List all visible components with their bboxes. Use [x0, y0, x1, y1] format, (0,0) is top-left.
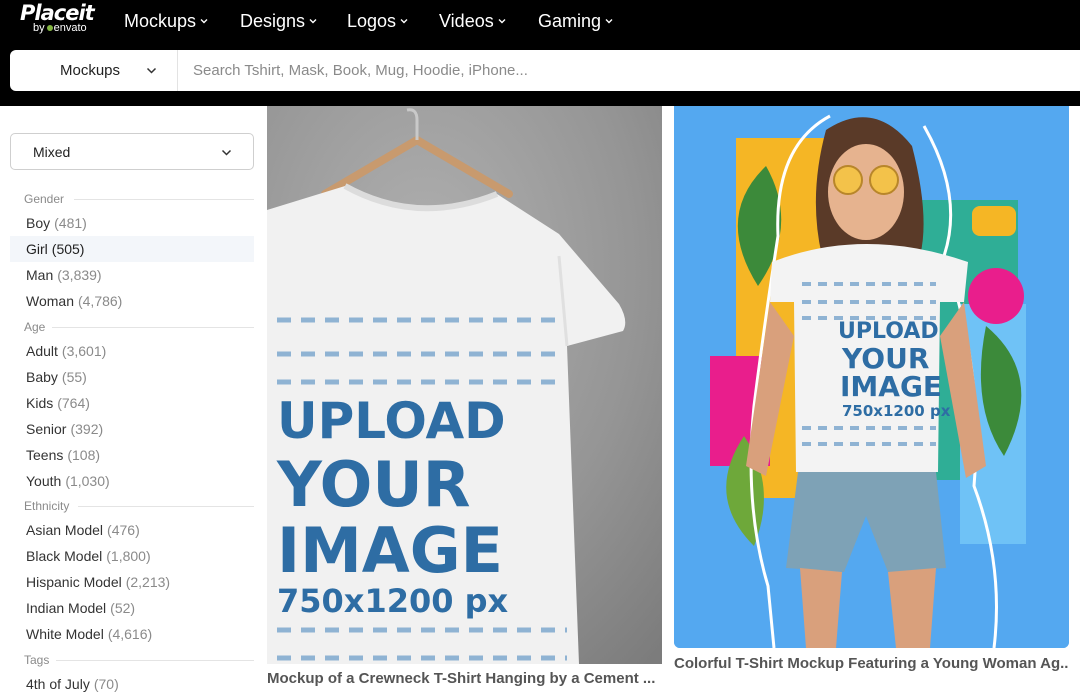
- filter-option-label: Man: [26, 267, 54, 283]
- filter-option-count: (108): [67, 447, 101, 463]
- search-input[interactable]: [178, 50, 1080, 91]
- filter-option-hispanic-model[interactable]: Hispanic Model (2,213): [10, 569, 254, 595]
- logo-byline: by envato: [33, 22, 87, 34]
- chevron-down-icon: [309, 19, 317, 24]
- filter-option-count: (55): [61, 369, 87, 385]
- card-title[interactable]: Colorful T-Shirt Mockup Featuring a Youn…: [674, 655, 1069, 672]
- filter-option-youth[interactable]: Youth (1,030): [10, 468, 254, 494]
- nav-item-logos[interactable]: Logos: [347, 9, 408, 33]
- shirt-text-your: YOUR: [276, 448, 470, 521]
- shirt-text-upload: UPLOAD: [277, 392, 506, 450]
- search-category-dropdown[interactable]: Mockups: [10, 50, 178, 91]
- filter-group-title: Age: [24, 320, 46, 334]
- filter-option-4th-of-july[interactable]: 4th of July (70): [10, 671, 254, 697]
- filter-option-count: (3,601): [61, 343, 107, 359]
- filter-option-senior[interactable]: Senior (392): [10, 416, 254, 442]
- divider: [56, 660, 254, 661]
- filter-option-label: White Model: [26, 626, 104, 642]
- mockup-card-crewneck[interactable]: UPLOAD YOUR IMAGE 750x1200 px: [267, 106, 662, 664]
- card-title[interactable]: Mockup of a Crewneck T-Shirt Hanging by …: [267, 670, 662, 687]
- filter-option-count: (1,800): [106, 548, 151, 564]
- filter-option-count: (476): [107, 522, 140, 538]
- mockup-thumbnail: UPLOAD YOUR IMAGE 750x1200 px: [674, 106, 1069, 648]
- nav-item-gaming[interactable]: Gaming: [538, 9, 613, 33]
- filter-option-label: Girl: [26, 241, 48, 257]
- shirt-text-size: 750x1200 px: [842, 402, 951, 420]
- filter-group-title: Ethnicity: [24, 499, 70, 513]
- filter-option-count: (4,786): [77, 293, 123, 309]
- filter-option-count: (4,616): [107, 626, 153, 642]
- nav-item-designs[interactable]: Designs: [240, 9, 317, 33]
- nav-item-label: Designs: [240, 10, 306, 31]
- filter-option-count: (2,213): [125, 574, 171, 590]
- filter-option-label: Baby: [26, 369, 58, 385]
- divider: [52, 327, 254, 328]
- filter-option-label: Asian Model: [26, 522, 104, 538]
- chevron-down-icon: [221, 149, 232, 156]
- filter-option-label: Adult: [26, 343, 58, 359]
- filter-sidebar: Mixed Gender Boy (481) Girl (505) Man (3,83…: [0, 106, 262, 692]
- filter-option-man[interactable]: Man (3,839): [10, 262, 254, 288]
- filter-option-label: Woman: [26, 293, 74, 309]
- nav-item-mockups[interactable]: Mockups: [124, 9, 208, 33]
- filter-group-title: Gender: [24, 192, 65, 206]
- filter-option-teens[interactable]: Teens (108): [10, 442, 254, 468]
- divider: [74, 199, 254, 200]
- placeit-logo[interactable]: Placeit by envato: [20, 0, 102, 44]
- filter-option-count: (764): [57, 395, 90, 411]
- filter-option-label: Boy: [26, 215, 51, 231]
- nav-item-label: Videos: [439, 10, 494, 31]
- filter-option-label: Youth: [26, 473, 62, 489]
- filter-option-count: (481): [54, 215, 87, 231]
- filter-option-label: Hispanic Model: [26, 574, 122, 590]
- chevron-down-icon: [146, 67, 157, 74]
- filter-group-title: Tags: [24, 653, 50, 667]
- filter-option-count: (392): [70, 421, 104, 437]
- filter-option-label: Senior: [26, 421, 67, 437]
- nav-item-label: Mockups: [124, 10, 197, 31]
- filter-option-kids[interactable]: Kids (764): [10, 390, 254, 416]
- filter-option-label: Teens: [26, 447, 64, 463]
- filter-option-count: (52): [110, 600, 136, 616]
- chevron-down-icon: [498, 19, 506, 24]
- search-category-label: Mockups: [60, 62, 121, 79]
- envato-leaf-icon: [46, 25, 53, 31]
- filter-option-count: (1,030): [65, 473, 110, 489]
- sort-select[interactable]: Mixed: [10, 133, 254, 170]
- filter-option-label: Black Model: [26, 548, 103, 564]
- filter-option-count: (505): [51, 241, 85, 257]
- mockup-card-young-woman[interactable]: UPLOAD YOUR IMAGE 750x1200 px: [674, 106, 1069, 648]
- nav-item-videos[interactable]: Videos: [439, 9, 506, 33]
- filter-option-asian-model[interactable]: Asian Model (476): [10, 517, 254, 543]
- shirt-text-size: 750x1200 px: [277, 582, 509, 620]
- filter-option-count: (3,839): [57, 267, 102, 283]
- filter-option-black-model[interactable]: Black Model (1,800): [10, 543, 254, 569]
- filter-option-label: Kids: [26, 395, 54, 411]
- filter-option-boy[interactable]: Boy (481): [10, 210, 254, 236]
- shirt-text-image: IMAGE: [840, 370, 942, 403]
- nav-item-label: Logos: [347, 10, 397, 31]
- search-area: Mockups: [0, 44, 1080, 106]
- filter-option-label: Indian Model: [26, 600, 107, 616]
- filter-option-girl[interactable]: Girl (505): [10, 236, 254, 262]
- filter-option-woman[interactable]: Woman (4,786): [10, 288, 254, 314]
- filter-option-adult[interactable]: Adult (3,601): [10, 338, 254, 364]
- chevron-down-icon: [400, 19, 408, 24]
- filter-option-indian-model[interactable]: Indian Model (52): [10, 595, 254, 621]
- mockup-thumbnail: UPLOAD YOUR IMAGE 750x1200 px: [267, 106, 662, 664]
- sort-select-value: Mixed: [33, 144, 71, 160]
- shirt-text-image: IMAGE: [277, 514, 503, 587]
- filter-option-baby[interactable]: Baby (55): [10, 364, 254, 390]
- divider: [78, 506, 254, 507]
- top-navigation: Placeit by envato Mockups Designs Logos V…: [0, 0, 1080, 44]
- chevron-down-icon: [605, 19, 613, 24]
- chevron-down-icon: [200, 19, 208, 24]
- filter-option-white-model[interactable]: White Model (4,616): [10, 621, 254, 647]
- shirt-text-upload: UPLOAD: [838, 319, 939, 344]
- search-bar: Mockups: [10, 50, 1080, 91]
- nav-item-label: Gaming: [538, 10, 602, 31]
